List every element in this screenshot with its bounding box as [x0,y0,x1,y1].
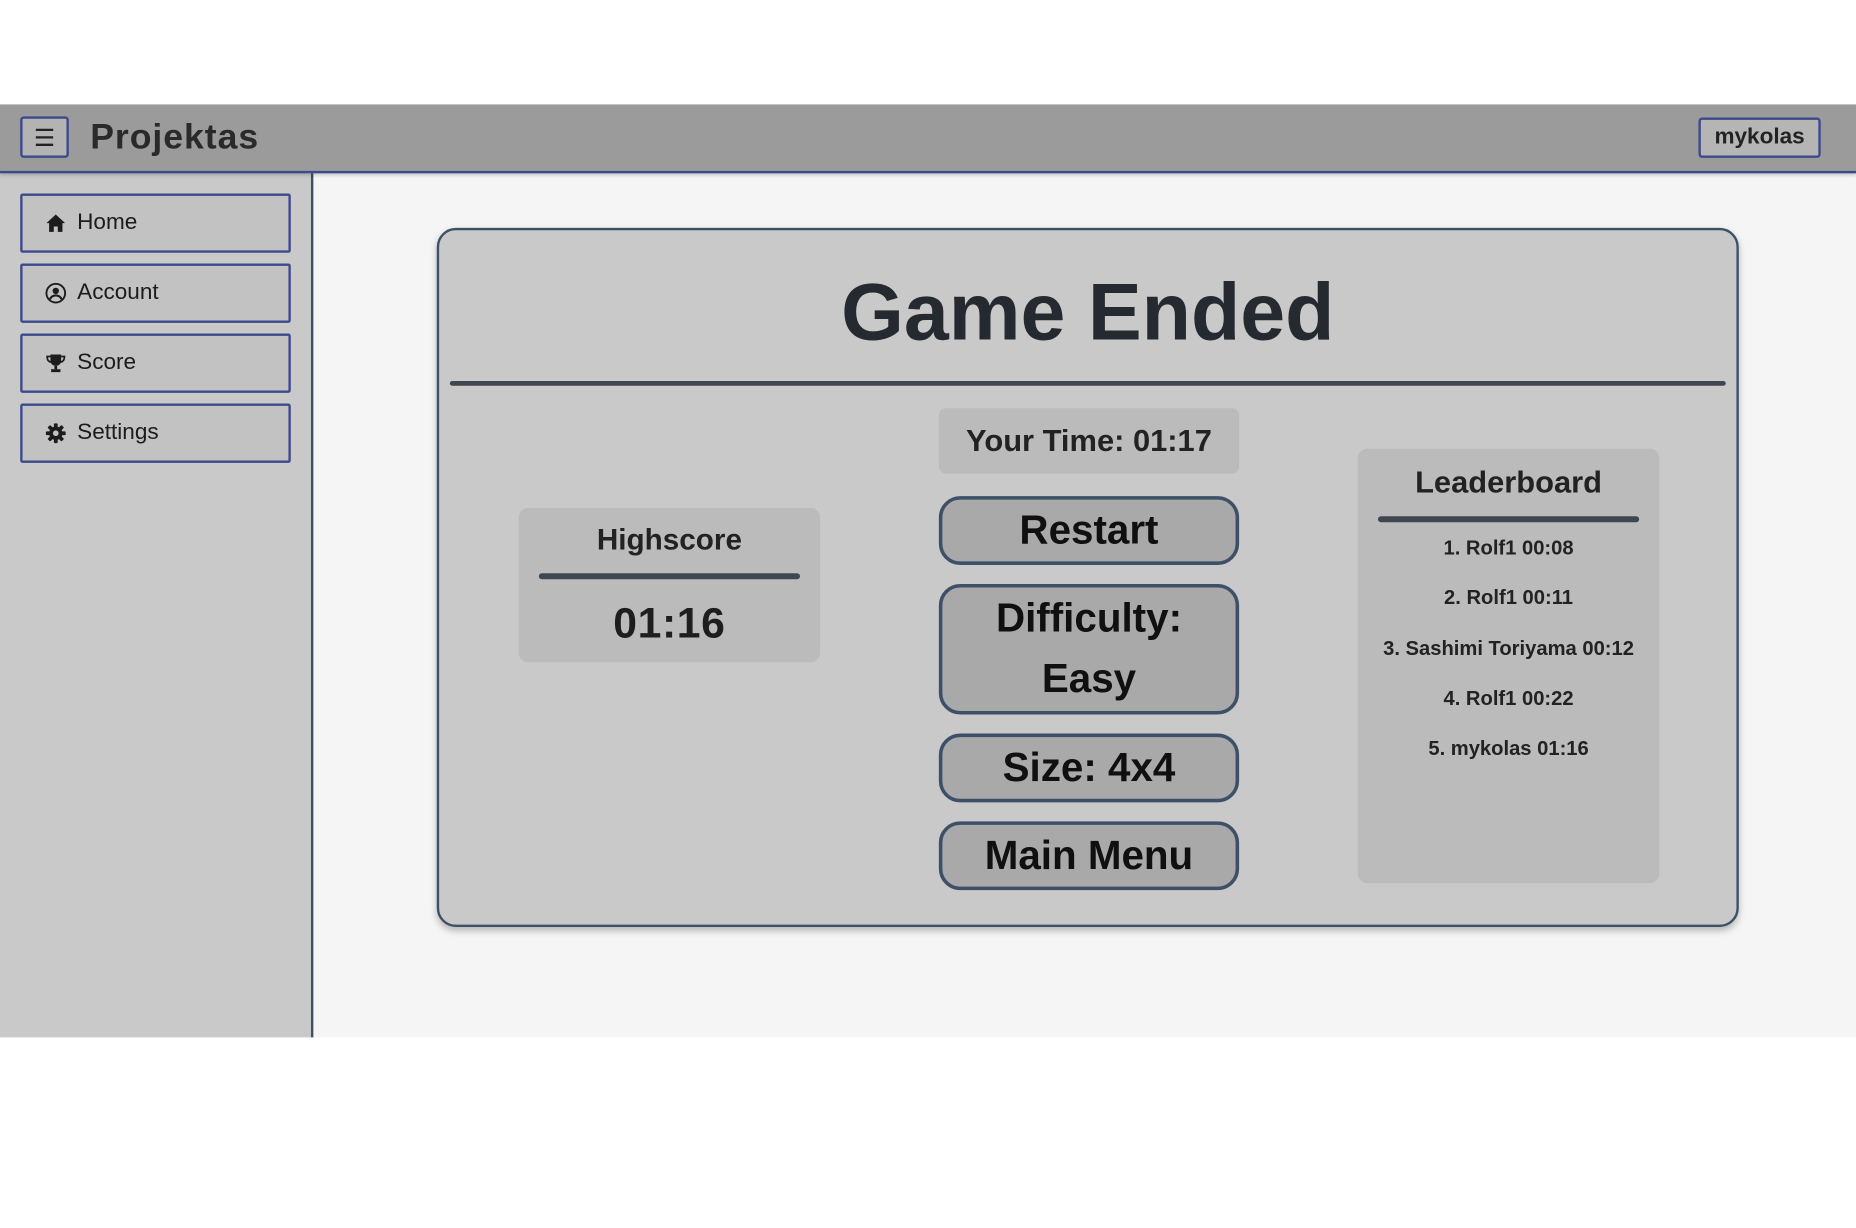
sidebar-item-account[interactable]: Account [20,263,291,323]
viewport: ☰ Projektas mykolas Home Account Score S… [0,0,1856,1228]
user-circle-icon [45,282,67,304]
leaderboard-panel: Leaderboard 1. Rolf1 00:08 2. Rolf1 00:1… [1357,448,1660,884]
game-ended-card: Game Ended Highscore 01:16 Your Time: 01… [436,227,1739,927]
app-window: ☰ Projektas mykolas Home Account Score S… [0,104,1856,1038]
restart-button[interactable]: Restart [938,496,1240,565]
size-button[interactable]: Size: 4x4 [938,733,1240,803]
highscore-panel: Highscore 01:16 [518,507,821,663]
sidebar-item-label: Score [77,350,137,376]
main-menu-button[interactable]: Main Menu [938,821,1240,891]
your-time-display: Your Time: 01:17 [938,408,1240,474]
top-header: ☰ Projektas mykolas [0,104,1856,174]
hamburger-menu-button[interactable]: ☰ [20,116,69,158]
leaderboard-entry: 4. Rolf1 00:22 [1443,687,1574,710]
game-ended-title: Game Ended [841,267,1335,358]
user-account-button[interactable]: mykolas [1698,117,1821,158]
title-divider [449,380,1726,386]
difficulty-label: Difficulty: [995,595,1183,641]
sidebar-item-label: Home [77,210,138,236]
sidebar-item-score[interactable]: Score [20,333,291,393]
app-title: Projektas [90,117,260,157]
difficulty-button[interactable]: Difficulty: Easy [938,583,1240,715]
sidebar: Home Account Score Settings [0,173,314,1038]
sidebar-item-settings[interactable]: Settings [20,403,291,463]
home-icon [45,212,66,233]
gear-icon [45,423,66,444]
trophy-icon [45,353,66,374]
leaderboard-entry: 2. Rolf1 00:11 [1444,586,1574,610]
sidebar-item-label: Account [77,280,159,306]
highscore-value: 01:16 [613,598,726,647]
leaderboard-entry: 3. Sashimi Toriyama 00:12 [1383,636,1634,660]
leaderboard-list: 1. Rolf1 00:08 2. Rolf1 00:11 3. Sashimi… [1358,522,1659,785]
highscore-label: Highscore [596,523,742,557]
leaderboard-entry: 1. Rolf1 00:08 [1443,536,1574,560]
leaderboard-title: Leaderboard [1415,464,1603,500]
hamburger-icon: ☰ [33,122,56,152]
sidebar-item-home[interactable]: Home [20,193,291,253]
sidebar-item-label: Settings [77,420,159,446]
leaderboard-entry: 5. mykolas 01:16 [1428,737,1589,760]
difficulty-value: Easy [1041,656,1137,702]
